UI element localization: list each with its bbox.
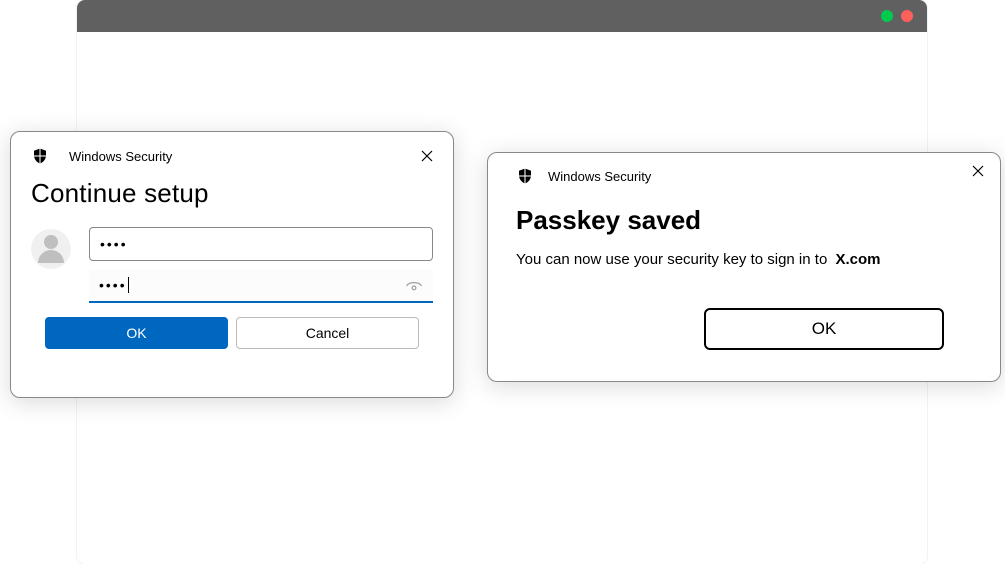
minimize-dot[interactable] xyxy=(881,10,893,22)
shield-icon xyxy=(516,167,534,185)
pin-input-1[interactable]: •••• xyxy=(89,227,433,261)
close-button[interactable] xyxy=(415,144,439,168)
dialog-body: Continue setup •••• •••• xyxy=(11,172,453,363)
dialog-header: Windows Security xyxy=(488,153,1000,189)
shield-icon xyxy=(31,147,49,165)
text-caret xyxy=(128,277,129,293)
site-name: X.com xyxy=(835,251,880,268)
dialog-app-name: Windows Security xyxy=(69,149,172,164)
desc-prefix: You can now use your security key to sig… xyxy=(516,251,827,268)
cancel-button[interactable]: Cancel xyxy=(236,317,419,349)
dialog-header: Windows Security xyxy=(11,132,453,172)
close-dot[interactable] xyxy=(901,10,913,22)
close-icon xyxy=(421,150,433,162)
dialog-description: You can now use your security key to sig… xyxy=(516,250,972,270)
avatar-icon xyxy=(31,229,71,269)
close-button[interactable] xyxy=(966,159,990,183)
dialog-app-name: Windows Security xyxy=(548,169,651,184)
dialog-footer: OK Cancel xyxy=(31,303,433,349)
close-icon xyxy=(972,165,984,177)
dialog-title: Continue setup xyxy=(31,178,433,209)
window-controls xyxy=(881,10,913,22)
cancel-label: Cancel xyxy=(306,325,350,341)
continue-setup-dialog: Windows Security Continue setup •••• •••… xyxy=(10,131,454,398)
reveal-password-icon[interactable] xyxy=(405,277,423,295)
browser-titlebar xyxy=(77,0,927,32)
dialog-body: Passkey saved You can now use your secur… xyxy=(488,189,1000,364)
ok-label: OK xyxy=(126,325,146,341)
ok-button[interactable]: OK xyxy=(704,308,944,350)
pin-value: •••• xyxy=(99,277,127,293)
dialog-footer: OK xyxy=(516,270,972,350)
ok-button[interactable]: OK xyxy=(45,317,228,349)
dialog-title: Passkey saved xyxy=(516,205,972,236)
pin-value: •••• xyxy=(100,236,128,252)
passkey-saved-dialog: Windows Security Passkey saved You can n… xyxy=(487,152,1001,382)
ok-label: OK xyxy=(812,319,837,339)
pin-input-2[interactable]: •••• xyxy=(89,269,433,303)
